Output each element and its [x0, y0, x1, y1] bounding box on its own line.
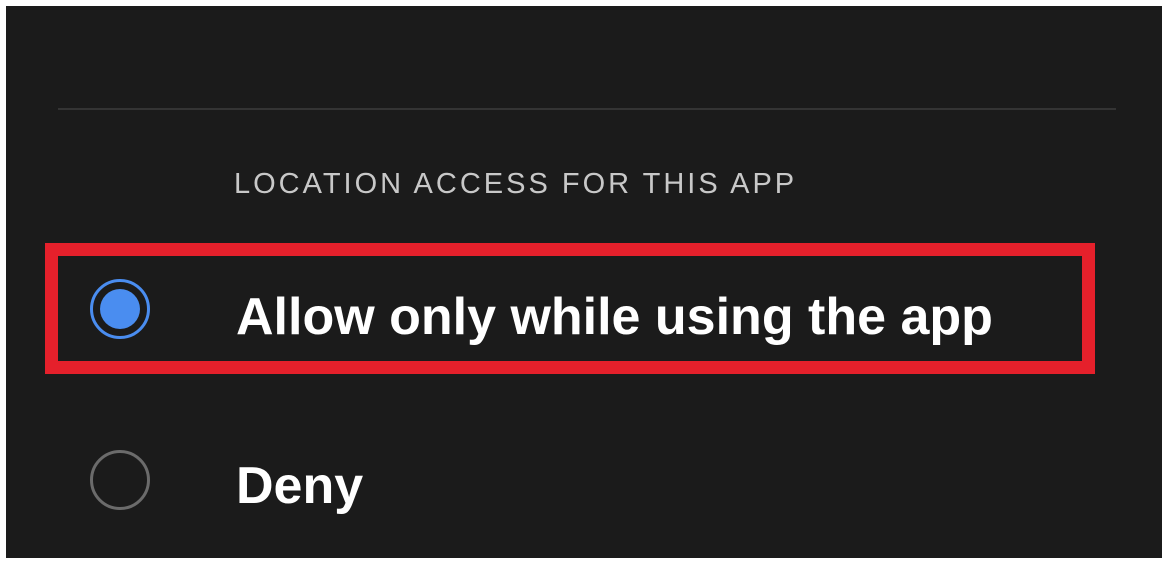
option-deny[interactable]: Deny [56, 416, 1096, 534]
permission-screen: LOCATION ACCESS FOR THIS APP Allow only … [6, 6, 1162, 558]
radio-dot [100, 289, 140, 329]
section-header: LOCATION ACCESS FOR THIS APP [234, 168, 798, 200]
radio-selected-icon[interactable] [90, 279, 150, 339]
option-label-deny: Deny [236, 457, 364, 515]
divider [58, 108, 1116, 110]
option-label-allow: Allow only while using the app [236, 288, 993, 346]
option-allow-while-using[interactable]: Allow only while using the app [56, 249, 1096, 367]
radio-unselected-icon[interactable] [90, 450, 150, 510]
